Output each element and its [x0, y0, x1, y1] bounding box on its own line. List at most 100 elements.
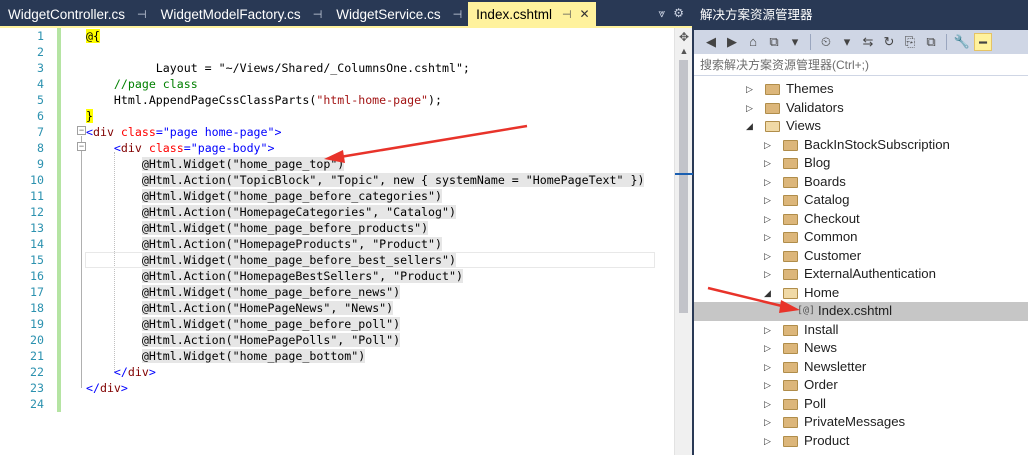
razor-call: @Html.Action( — [141, 237, 233, 251]
razor-call: @Html.Widget( — [141, 253, 233, 267]
folder-icon — [783, 324, 798, 336]
forward-icon[interactable]: ▶ — [723, 33, 741, 51]
collapsed-chevron-icon[interactable]: ▷ — [764, 265, 774, 284]
collapsed-chevron-icon[interactable]: ▷ — [764, 413, 774, 432]
close-icon[interactable]: ✕ — [580, 7, 590, 21]
code-line-widget: @Html.Action("HomePageNews", "News") — [86, 300, 394, 316]
razor-args: "HomePagePolls", "Poll" — [232, 333, 394, 347]
razor-close-paren: ) — [358, 349, 366, 363]
code-line-widget: @Html.Widget("home_page_top") — [86, 156, 345, 172]
tree-folder-item[interactable]: ▷ Themes — [694, 80, 1028, 99]
collapsed-chevron-icon[interactable]: ▷ — [764, 173, 774, 192]
collapsed-chevron-icon[interactable]: ▷ — [746, 99, 756, 118]
home-icon[interactable]: ⌂ — [744, 33, 762, 51]
collapsed-chevron-icon[interactable]: ▷ — [764, 228, 774, 247]
collapsed-chevron-icon[interactable]: ▷ — [764, 191, 774, 210]
folder-icon — [783, 380, 798, 391]
razor-call: @Html.Widget( — [141, 189, 233, 203]
tree-item-label: Index.cshtml — [818, 303, 893, 318]
sync-active-document-icon[interactable]: ⇆ — [859, 33, 877, 51]
tree-folder-item[interactable]: ▷ Newsletter — [694, 358, 1028, 377]
tree-file-item[interactable]: [@] Index.cshtml — [694, 302, 1028, 321]
code-editor[interactable]: WidgetController.cs ⊣ WidgetModelFactory… — [0, 0, 693, 455]
tree-folder-item[interactable]: ▷ Product — [694, 432, 1028, 451]
collapsed-chevron-icon[interactable]: ▷ — [746, 80, 756, 99]
collapsed-chevron-icon[interactable]: ▷ — [764, 136, 774, 155]
split-window-icon[interactable]: ✥ — [675, 30, 693, 44]
line-number: 15 — [30, 253, 44, 267]
code-line-widget: @Html.Action("HomepageCategories", "Cata… — [86, 204, 456, 220]
tree-folder-item[interactable]: ▷ Checkout — [694, 210, 1028, 229]
code-line-div-close: </div> — [113, 365, 156, 379]
scroll-up-icon[interactable]: ▲ — [675, 46, 693, 56]
line-number: 8 — [37, 141, 44, 155]
expanded-chevron-icon[interactable]: ◢ — [764, 284, 774, 303]
tree-folder-item[interactable]: ▷ Install — [694, 321, 1028, 340]
collapsed-chevron-icon[interactable]: ▷ — [764, 432, 774, 451]
razor-close-paren: ) — [393, 317, 401, 331]
line-number: 19 — [30, 317, 44, 331]
tree-folder-item[interactable]: ▷ Boards — [694, 173, 1028, 192]
tree-folder-item[interactable]: ▷ Blog — [694, 154, 1028, 173]
tab-label: WidgetModelFactory.cs — [160, 6, 301, 22]
collapse-all-icon[interactable]: ⎘ — [901, 33, 919, 51]
line-number: 3 — [37, 61, 44, 75]
razor-close-paren: ) — [393, 285, 401, 299]
collapsed-chevron-icon[interactable]: ▷ — [764, 210, 774, 229]
line-number: 10 — [30, 173, 44, 187]
collapsed-chevron-icon[interactable]: ▷ — [764, 395, 774, 414]
pin-icon[interactable]: ⊣ — [137, 8, 147, 21]
tab-overflow-icon[interactable]: ⩔ — [658, 6, 665, 21]
tree-item-label: Themes — [786, 81, 834, 96]
code-line-layout: Layout = "~/Views/Shared/_ColumnsOne.csh… — [86, 44, 470, 75]
razor-close-paren: ) — [435, 237, 442, 251]
show-all-files-icon[interactable]: ⧉ — [922, 33, 940, 51]
collapsed-chevron-icon[interactable]: ▷ — [764, 376, 774, 395]
razor-args: "home_page_top" — [232, 157, 338, 171]
tree-folder-item[interactable]: ▷ Common — [694, 228, 1028, 247]
dropdown-icon[interactable]: ▾ — [786, 33, 804, 51]
properties-wrench-icon[interactable]: 🔧 — [953, 33, 971, 51]
line-number: 17 — [30, 285, 44, 299]
collapsed-chevron-icon[interactable]: ▷ — [764, 358, 774, 377]
tree-folder-item[interactable]: ◢ Views — [694, 117, 1028, 136]
tree-folder-item[interactable]: ◢ Home — [694, 284, 1028, 303]
scrollbar-thumb[interactable] — [679, 60, 688, 313]
collapsed-chevron-icon[interactable]: ▷ — [764, 154, 774, 173]
tree-folder-item[interactable]: ▷ Order — [694, 376, 1028, 395]
tab-index-cshtml[interactable]: Index.cshtml ⊣ ✕ — [468, 2, 596, 26]
tree-folder-item[interactable]: ▷ Catalog — [694, 191, 1028, 210]
tab-widget-controller[interactable]: WidgetController.cs ⊣ — [0, 2, 153, 26]
tree-folder-item[interactable]: ▷ News — [694, 339, 1028, 358]
back-icon[interactable]: ◀ — [702, 33, 720, 51]
expanded-chevron-icon[interactable]: ◢ — [746, 117, 756, 136]
collapsed-chevron-icon[interactable]: ▷ — [764, 321, 774, 340]
tree-folder-item[interactable]: ▷ Validators — [694, 99, 1028, 118]
tab-widget-service[interactable]: WidgetService.cs ⊣ — [328, 2, 468, 26]
tree-folder-item[interactable]: ▷ PrivateMessages — [694, 413, 1028, 432]
gear-icon[interactable]: ⚙ — [673, 6, 684, 20]
collapsed-chevron-icon[interactable]: ▷ — [764, 339, 774, 358]
pin-icon[interactable]: ⊣ — [453, 8, 463, 21]
pin-icon[interactable]: ⊣ — [313, 8, 323, 21]
folder-icon — [765, 84, 780, 95]
dropdown-icon[interactable]: ▾ — [838, 33, 856, 51]
refresh-icon[interactable]: ↻ — [880, 33, 898, 51]
collapsed-chevron-icon[interactable]: ▷ — [764, 247, 774, 266]
switch-views-icon[interactable]: ⧉ — [765, 33, 783, 51]
pending-changes-filter-icon[interactable]: ⏲ — [817, 33, 835, 51]
editor-vertical-scrollbar[interactable]: ✥ ▲ — [674, 28, 693, 455]
tree-folder-item[interactable]: ▷ ExternalAuthentication — [694, 265, 1028, 284]
code-text-area[interactable]: @{ Layout = "~/Views/Shared/_ColumnsOne.… — [48, 28, 674, 455]
solution-explorer-search-input[interactable]: 搜索解决方案资源管理器(Ctrl+;) — [694, 54, 1028, 76]
tree-folder-item[interactable]: ▷ BackInStockSubscription — [694, 136, 1028, 155]
razor-call: @Html.Widget( — [141, 349, 233, 363]
line-number: 20 — [30, 333, 44, 347]
pin-icon[interactable]: ⊣ — [562, 8, 572, 21]
tree-folder-item[interactable]: ▷ Customer — [694, 247, 1028, 266]
code-comment: //page class — [86, 77, 198, 91]
tree-folder-item[interactable]: ▷ Poll — [694, 395, 1028, 414]
razor-call: @Html.Action( — [141, 333, 233, 347]
tab-widget-model-factory[interactable]: WidgetModelFactory.cs ⊣ — [153, 2, 329, 26]
preview-selected-icon[interactable]: ━ — [974, 33, 992, 51]
